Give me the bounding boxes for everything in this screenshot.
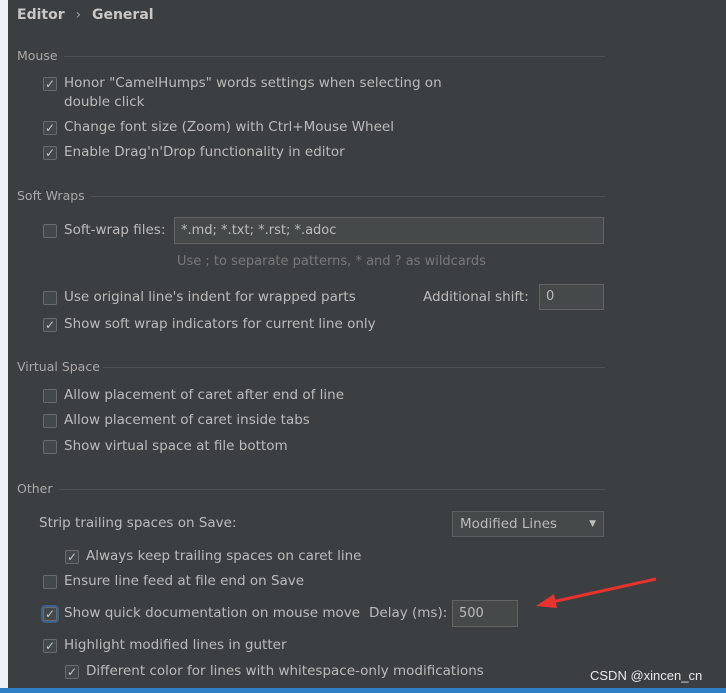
soft-wrap-files-input[interactable]: *.md; *.txt; *.rst; *.adoc: [174, 217, 604, 244]
quick-doc-checkbox[interactable]: ✓: [41, 605, 59, 623]
chevron-right-icon: ›: [75, 7, 82, 23]
breadcrumb-parent[interactable]: Editor: [17, 7, 65, 23]
virtual-space-bottom-checkbox[interactable]: [43, 440, 57, 454]
section-soft-wraps: Soft Wraps: [17, 188, 85, 203]
breadcrumb: Editor › General: [17, 7, 154, 23]
whitespace-color-label: Different color for lines with whitespac…: [86, 663, 484, 679]
strip-trailing-label: Strip trailing spaces on Save:: [39, 515, 237, 531]
caret-after-eol-label: Allow placement of caret after end of li…: [64, 387, 345, 403]
delay-label: Delay (ms):: [369, 605, 448, 621]
section-other: Other: [17, 481, 53, 496]
section-virtual-space: Virtual Space: [17, 359, 100, 374]
additional-shift-input[interactable]: 0: [539, 284, 604, 310]
divider: [64, 56, 605, 57]
camelhumps-label-cont: double click: [64, 94, 145, 110]
drag-drop-label: Enable Drag'n'Drop functionality in edit…: [64, 144, 345, 160]
soft-wrap-hint: Use ; to separate patterns, * and ? as w…: [177, 254, 486, 269]
soft-wrap-indicators-label: Show soft wrap indicators for current li…: [64, 316, 376, 332]
line-feed-label: Ensure line feed at file end on Save: [64, 573, 305, 589]
left-edge-strip: [0, 0, 8, 693]
quick-doc-label: Show quick documentation on mouse move: [64, 605, 361, 621]
section-mouse: Mouse: [17, 48, 58, 63]
camelhumps-label: Honor "CamelHumps" words settings when s…: [64, 75, 442, 91]
soft-wrap-indicators-checkbox[interactable]: ✓: [43, 318, 57, 332]
keep-trailing-label: Always keep trailing spaces on caret lin…: [86, 548, 362, 564]
zoom-font-checkbox[interactable]: ✓: [43, 121, 57, 135]
zoom-font-label: Change font size (Zoom) with Ctrl+Mouse …: [64, 119, 394, 135]
strip-trailing-dropdown[interactable]: Modified Lines ▼: [452, 511, 604, 537]
strip-trailing-value: Modified Lines: [460, 516, 558, 532]
line-feed-checkbox[interactable]: [43, 575, 57, 589]
divider: [90, 196, 605, 197]
delay-input[interactable]: 500: [452, 600, 518, 627]
caret-inside-tabs-checkbox[interactable]: [43, 414, 57, 428]
whitespace-color-checkbox[interactable]: ✓: [65, 665, 79, 679]
divider: [58, 489, 605, 490]
highlight-modified-checkbox[interactable]: ✓: [43, 639, 57, 653]
annotation-arrow-icon: [536, 577, 657, 608]
watermark: CSDN @xincen_cn: [590, 668, 703, 683]
drag-drop-checkbox[interactable]: ✓: [43, 146, 57, 160]
soft-wrap-files-checkbox[interactable]: [43, 224, 57, 238]
additional-shift-label: Additional shift:: [423, 289, 529, 305]
virtual-space-bottom-label: Show virtual space at file bottom: [64, 438, 288, 454]
original-indent-label: Use original line's indent for wrapped p…: [64, 289, 356, 305]
original-indent-checkbox[interactable]: [43, 291, 57, 305]
camelhumps-checkbox[interactable]: ✓: [43, 77, 57, 91]
caret-inside-tabs-label: Allow placement of caret inside tabs: [64, 412, 310, 428]
soft-wrap-files-label: Soft-wrap files:: [64, 222, 166, 238]
bottom-border: [0, 688, 726, 693]
caret-after-eol-checkbox[interactable]: [43, 389, 57, 403]
keep-trailing-checkbox[interactable]: ✓: [65, 550, 79, 564]
highlight-modified-label: Highlight modified lines in gutter: [64, 637, 287, 653]
divider: [103, 367, 605, 368]
breadcrumb-current: General: [91, 7, 154, 23]
dropdown-arrow-icon: ▼: [589, 519, 596, 529]
